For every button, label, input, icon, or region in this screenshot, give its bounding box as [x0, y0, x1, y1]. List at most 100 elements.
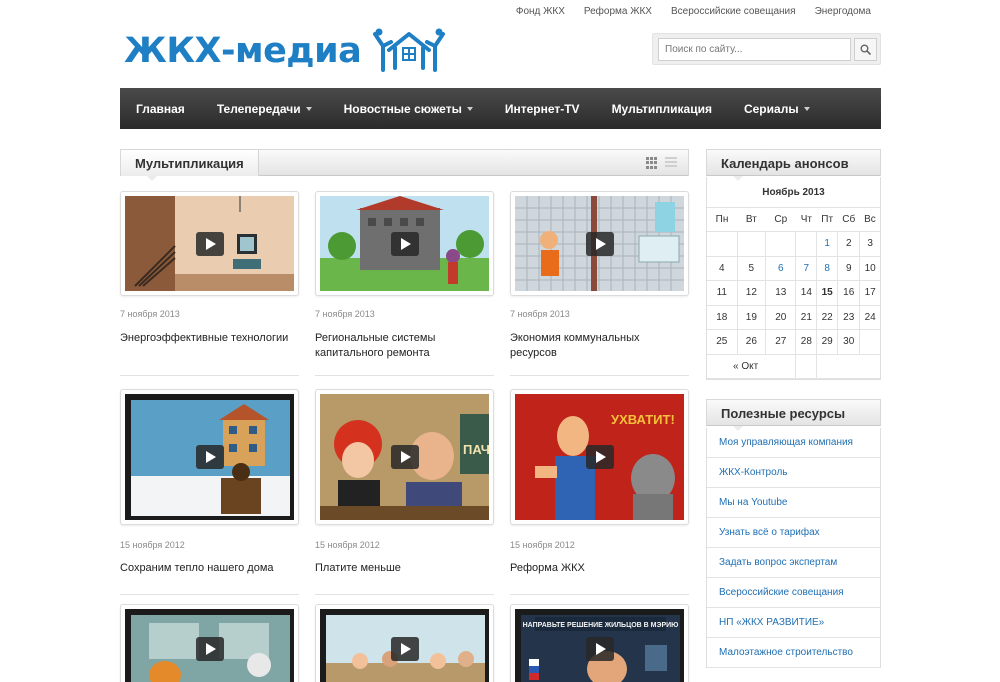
card-title[interactable]: Сохраним тепло нашего дома — [120, 561, 295, 576]
resource-link[interactable]: Моя управляющая компания — [707, 428, 880, 458]
search-box — [652, 33, 881, 65]
main-nav: Главная Телепередачи Новостные сюжеты Ин… — [120, 88, 881, 129]
calendar-day: 25 — [707, 329, 738, 355]
calendar-day: 26 — [736, 329, 767, 355]
resource-link[interactable]: Малоэтажное строительство — [707, 638, 880, 668]
card-date: 15 ноября 2012 — [120, 540, 185, 550]
divider — [120, 375, 299, 376]
grid-view-icon[interactable] — [646, 157, 658, 169]
calendar: Ноябрь 2013 Пн Вт Ср Чт Пт Сб Вс 1 2 3 4 5 6 7 8 9 10 11… — [706, 177, 881, 380]
thumb-sign-text: ПАЧ — [463, 442, 489, 457]
search-input[interactable] — [658, 38, 851, 61]
calendar-day: 21 — [795, 304, 818, 330]
calendar-empty-cell — [736, 231, 767, 257]
calendar-weekday: Пн — [707, 207, 738, 232]
main-section-header: Мультипликация — [120, 149, 689, 181]
calendar-month: Ноябрь 2013 — [762, 186, 825, 198]
calendar-day: 27 — [765, 329, 797, 355]
nav-item-tv-shows[interactable]: Телепередачи — [217, 102, 312, 116]
nav-item-internet-tv[interactable]: Интернет-TV — [505, 102, 580, 116]
caret-down-icon — [466, 106, 473, 111]
calendar-day: 22 — [816, 304, 839, 330]
logo-text: ЖКХ-медиа — [124, 31, 362, 71]
calendar-weekday: Вс — [859, 207, 880, 232]
video-thumbnail[interactable] — [120, 604, 299, 682]
nav-item-series[interactable]: Сериалы — [744, 102, 810, 116]
play-icon — [195, 637, 224, 661]
nav-item-news[interactable]: Новостные сюжеты — [344, 102, 473, 116]
calendar-empty-cell — [707, 231, 738, 257]
calendar-weekday: Вт — [737, 207, 766, 232]
video-thumbnail[interactable]: НАПРАВЬТЕ РЕШЕНИЕ ЖИЛЬЦОВ В МЭРИЮ — [510, 604, 689, 682]
video-thumbnail[interactable] — [120, 191, 299, 296]
nav-item-home[interactable]: Главная — [136, 102, 185, 116]
top-link-fond[interactable]: Фонд ЖКХ — [516, 6, 565, 17]
house-people-logo-icon — [373, 28, 446, 72]
play-icon — [390, 637, 419, 661]
calendar-day: 17 — [859, 280, 880, 306]
site-logo[interactable]: ЖКХ-медиа — [124, 28, 447, 74]
card-title[interactable]: Платите меньше — [315, 561, 490, 576]
thumb-banner-text: НАПРАВЬТЕ РЕШЕНИЕ ЖИЛЬЦОВ В МЭРИЮ — [523, 622, 679, 629]
calendar-day: 11 — [707, 280, 738, 306]
calendar-prev-month-link[interactable]: « Окт — [707, 353, 797, 379]
calendar-weekday: Ср — [765, 207, 796, 232]
resource-link[interactable]: Задать вопрос экспертам — [707, 548, 880, 578]
card-date: 15 ноября 2012 — [315, 540, 380, 550]
video-thumbnail[interactable] — [315, 604, 494, 682]
video-thumbnail[interactable]: ПАЧ — [315, 389, 494, 525]
calendar-empty-cell — [765, 231, 797, 257]
calendar-day: 14 — [795, 280, 818, 306]
card-date: 7 ноября 2013 — [120, 309, 180, 319]
resource-link[interactable]: ЖКХ-Контроль — [707, 458, 880, 488]
play-icon — [390, 445, 419, 469]
calendar-day[interactable]: 6 — [765, 255, 797, 281]
section-title: Мультипликация — [121, 150, 259, 181]
calendar-day: 19 — [736, 304, 767, 330]
calendar-day: 16 — [837, 280, 861, 306]
play-icon — [585, 445, 614, 469]
video-thumbnail[interactable] — [120, 389, 299, 525]
calendar-day: 4 — [707, 255, 738, 281]
calendar-day[interactable]: 1 — [816, 231, 839, 257]
resource-link[interactable]: НП «ЖКХ РАЗВИТИЕ» — [707, 608, 880, 638]
resource-link[interactable]: Узнать всё о тарифах — [707, 518, 880, 548]
card-title[interactable]: Реформа ЖКХ — [510, 561, 685, 576]
calendar-day[interactable]: 7 — [795, 255, 818, 281]
calendar-day: 9 — [837, 255, 861, 281]
card-title[interactable]: Энергоэффективные технологии — [120, 331, 295, 346]
calendar-day: 20 — [765, 304, 797, 330]
calendar-empty-cell — [859, 329, 880, 355]
top-link-energodoma[interactable]: Энергодома — [815, 6, 871, 17]
play-icon — [585, 231, 614, 256]
top-link-meetings[interactable]: Всероссийские совещания — [671, 6, 796, 17]
video-thumbnail[interactable] — [315, 191, 494, 296]
calendar-grid: Пн Вт Ср Чт Пт Сб Вс 1 2 3 4 5 6 7 8 9 10 11 12 13 14 15 16 17… — [707, 207, 880, 379]
calendar-day: 23 — [837, 304, 861, 330]
card-date: 7 ноября 2013 — [510, 309, 570, 319]
card-title[interactable]: Региональные системы капитального ремонт… — [315, 331, 490, 361]
list-view-icon[interactable] — [665, 157, 677, 169]
calendar-day[interactable]: 8 — [816, 255, 839, 281]
calendar-day: 3 — [859, 231, 880, 257]
play-icon — [195, 231, 224, 256]
caret-down-icon — [803, 106, 810, 111]
divider — [120, 594, 299, 595]
top-link-reform[interactable]: Реформа ЖКХ — [584, 6, 652, 17]
video-thumbnail[interactable]: УХВАТИТ! — [510, 389, 689, 525]
video-thumbnail[interactable] — [510, 191, 689, 296]
calendar-day: 13 — [765, 280, 797, 306]
play-icon — [585, 637, 614, 661]
divider — [315, 375, 494, 376]
calendar-day: 30 — [837, 329, 861, 355]
resource-link[interactable]: Всероссийские совещания — [707, 578, 880, 608]
magnifier-icon — [860, 44, 871, 55]
resources-title: Полезные ресурсы — [707, 400, 880, 431]
search-button[interactable] — [854, 38, 877, 61]
card-title[interactable]: Экономия коммунальных ресурсов — [510, 331, 685, 361]
calendar-day: 10 — [859, 255, 880, 281]
resources-list: Моя управляющая компания ЖКХ-Контроль Мы… — [706, 428, 881, 668]
card-date: 15 ноября 2012 — [510, 540, 575, 550]
resource-link[interactable]: Мы на Youtube — [707, 488, 880, 518]
nav-item-animation[interactable]: Мультипликация — [612, 102, 712, 116]
